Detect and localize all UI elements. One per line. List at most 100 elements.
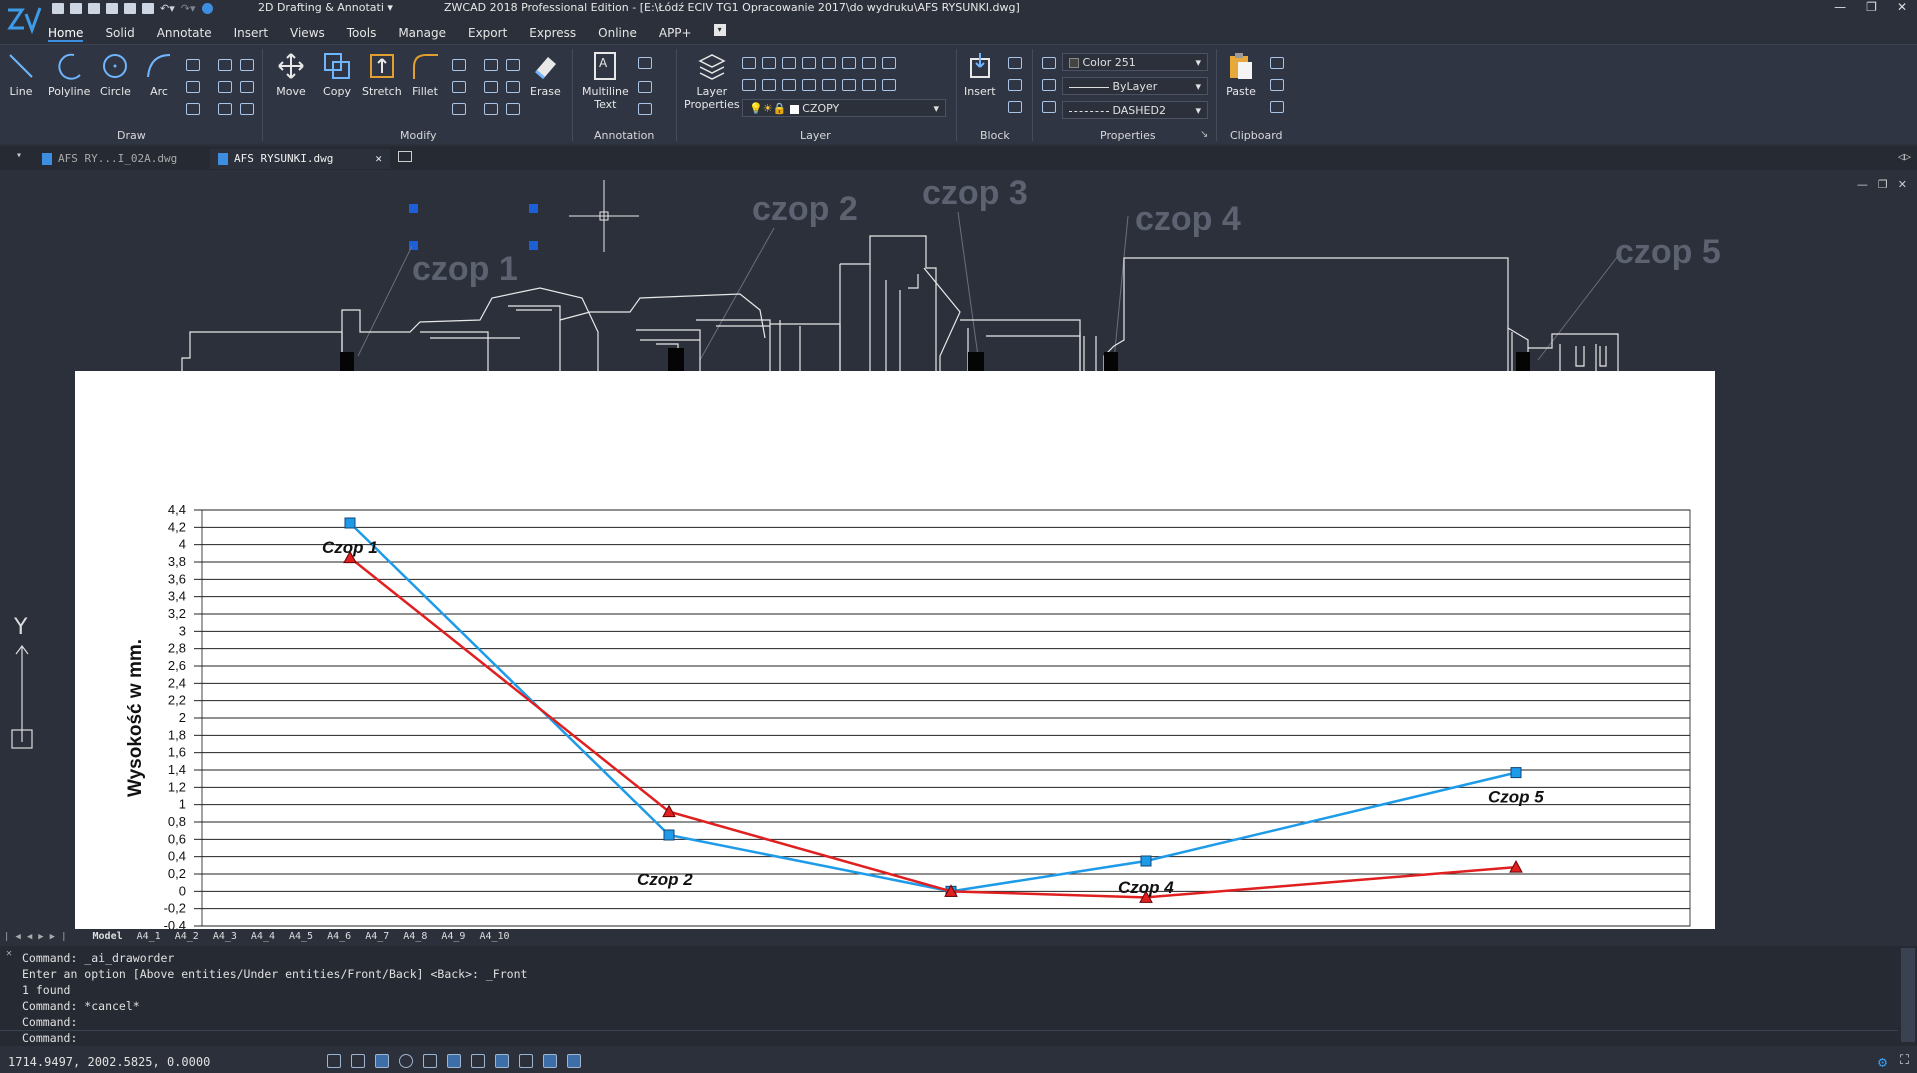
layer-copy-icon[interactable]	[842, 79, 856, 91]
tab-online[interactable]: Online	[598, 22, 637, 42]
grip-handle[interactable]	[409, 204, 418, 213]
attribute-icon[interactable]	[1008, 101, 1022, 113]
layout-tab[interactable]: A4_6	[327, 931, 351, 942]
layer-match-icon[interactable]	[822, 57, 836, 69]
layer-merge-icon[interactable]	[842, 57, 856, 69]
settings-gear-icon[interactable]: ⚙	[1878, 1053, 1887, 1071]
polyline-button[interactable]: Polyline	[48, 51, 90, 98]
donut-icon[interactable]	[240, 103, 254, 115]
new-file-icon[interactable]	[52, 3, 64, 14]
layer-unisolate-icon[interactable]	[742, 79, 756, 91]
layer-delete-icon[interactable]	[882, 57, 896, 69]
trim-icon[interactable]	[452, 59, 466, 71]
tab-scroll-icon[interactable]: ◁▷	[1898, 150, 1911, 163]
tab-home[interactable]: Home	[48, 22, 84, 42]
ribbon-toggle-icon[interactable]: ▾	[713, 24, 726, 36]
workspace-dropdown[interactable]: 2D Drafting & Annotati ▾	[258, 1, 393, 14]
chamfer-icon[interactable]	[506, 103, 520, 115]
dyn-icon[interactable]	[495, 1054, 509, 1068]
layer-dropdown[interactable]: 💡☀🔒 CZOPY ▾	[742, 99, 946, 117]
layout-tab[interactable]: A4_1	[137, 931, 161, 942]
plot-preview-icon[interactable]	[142, 3, 154, 14]
line-button[interactable]: Line	[6, 51, 36, 98]
region-icon[interactable]	[240, 81, 254, 93]
zwcad-logo-icon[interactable]	[4, 2, 44, 36]
layout-tab[interactable]: A4_10	[479, 931, 509, 942]
command-scrollbar[interactable]	[1901, 948, 1915, 1042]
match-properties-icon[interactable]	[1042, 57, 1056, 69]
tab-views[interactable]: Views	[290, 22, 325, 42]
layer-thaw-icon[interactable]	[782, 79, 796, 91]
fullscreen-icon[interactable]: ⛶	[1900, 1053, 1909, 1068]
lineweight-toggle-icon[interactable]	[519, 1054, 533, 1068]
tab-express[interactable]: Express	[529, 22, 576, 42]
maximize-icon[interactable]: ❐	[1866, 0, 1877, 14]
save-icon[interactable]	[88, 3, 100, 14]
layer-iso-icon[interactable]	[742, 57, 756, 69]
multiline-text-button[interactable]: A Multiline Text	[582, 51, 629, 111]
extend-icon[interactable]	[506, 59, 520, 71]
doc-tab-afs-ry[interactable]: AFS RY...I_02A.dwg	[34, 149, 185, 169]
grid-icon[interactable]	[351, 1054, 365, 1068]
grip-handle[interactable]	[529, 204, 538, 213]
command-input-line[interactable]: Command:	[0, 1030, 1898, 1046]
spline-icon[interactable]	[218, 59, 232, 71]
layer-current-icon[interactable]	[822, 79, 836, 91]
hatch-icon[interactable]	[186, 103, 200, 115]
open-file-icon[interactable]	[70, 3, 82, 14]
snap-icon[interactable]	[327, 1054, 341, 1068]
workspace-icon[interactable]	[201, 3, 213, 14]
edit-block-icon[interactable]	[1008, 79, 1022, 91]
scale-icon[interactable]	[484, 81, 498, 93]
lineweight-icon[interactable]	[1042, 101, 1056, 113]
rectangle-icon[interactable]	[240, 59, 254, 71]
offset-icon[interactable]	[452, 103, 466, 115]
minimize-icon[interactable]: —	[1834, 0, 1846, 14]
tab-app-plus[interactable]: APP+	[659, 22, 692, 42]
paste-button[interactable]: Paste	[1226, 51, 1256, 98]
close-icon[interactable]: ✕	[1897, 0, 1907, 14]
tab-insert[interactable]: Insert	[234, 22, 268, 42]
create-block-icon[interactable]	[1008, 57, 1022, 69]
erase-button[interactable]: Erase	[530, 51, 561, 98]
layer-on-icon[interactable]	[762, 79, 776, 91]
table-icon[interactable]	[638, 103, 652, 115]
explode-icon[interactable]	[484, 103, 498, 115]
tab-export[interactable]: Export	[468, 22, 507, 42]
new-tab-icon[interactable]	[398, 151, 412, 162]
drawing-canvas[interactable]: — ❐ ✕ czop 1 czop 2 czop 3 czop 4 czop 5	[0, 170, 1917, 930]
fillet-button[interactable]: Fillet	[410, 51, 440, 98]
layer-walk-icon[interactable]	[862, 57, 876, 69]
doc-tab-afs-rysunki[interactable]: AFS RYSUNKI.dwg ✕	[210, 149, 390, 169]
layer-prev-icon[interactable]	[882, 79, 896, 91]
command-close-icon[interactable]: ✕	[6, 948, 12, 959]
ellipse-icon[interactable]	[186, 59, 200, 71]
layer-properties-button[interactable]: Layer Properties	[684, 51, 740, 111]
save-as-icon[interactable]	[106, 3, 118, 14]
tab-tools[interactable]: Tools	[347, 22, 377, 42]
copy-button[interactable]: Copy	[322, 51, 352, 98]
layout-tab[interactable]: A4_5	[289, 931, 313, 942]
stretch-button[interactable]: Stretch	[362, 51, 402, 98]
tpy-icon[interactable]	[543, 1054, 557, 1068]
osnap-icon[interactable]	[423, 1054, 437, 1068]
grip-handle[interactable]	[529, 241, 538, 250]
layer-freeze-icon[interactable]	[782, 57, 796, 69]
point-icon[interactable]	[186, 81, 200, 93]
ortho-icon[interactable]	[375, 1054, 389, 1068]
revcloud-icon[interactable]	[218, 81, 232, 93]
cut-icon[interactable]	[1270, 57, 1284, 69]
undo-icon[interactable]: ↶▾	[160, 2, 175, 15]
layer-unlock-icon[interactable]	[802, 79, 816, 91]
ducs-icon[interactable]	[471, 1054, 485, 1068]
match-icon[interactable]	[1270, 101, 1284, 113]
layout-tab[interactable]: A4_2	[175, 931, 199, 942]
layer-lock-icon[interactable]	[802, 57, 816, 69]
color-dropdown[interactable]: Color 251 ▾	[1062, 53, 1208, 71]
dimension-icon[interactable]	[638, 57, 652, 69]
layout-tab[interactable]: A4_9	[441, 931, 465, 942]
insert-button[interactable]: Insert	[964, 51, 996, 98]
close-tab-icon[interactable]: ✕	[375, 152, 382, 165]
layout-tab[interactable]: A4_8	[403, 931, 427, 942]
otrack-icon[interactable]	[447, 1054, 461, 1068]
